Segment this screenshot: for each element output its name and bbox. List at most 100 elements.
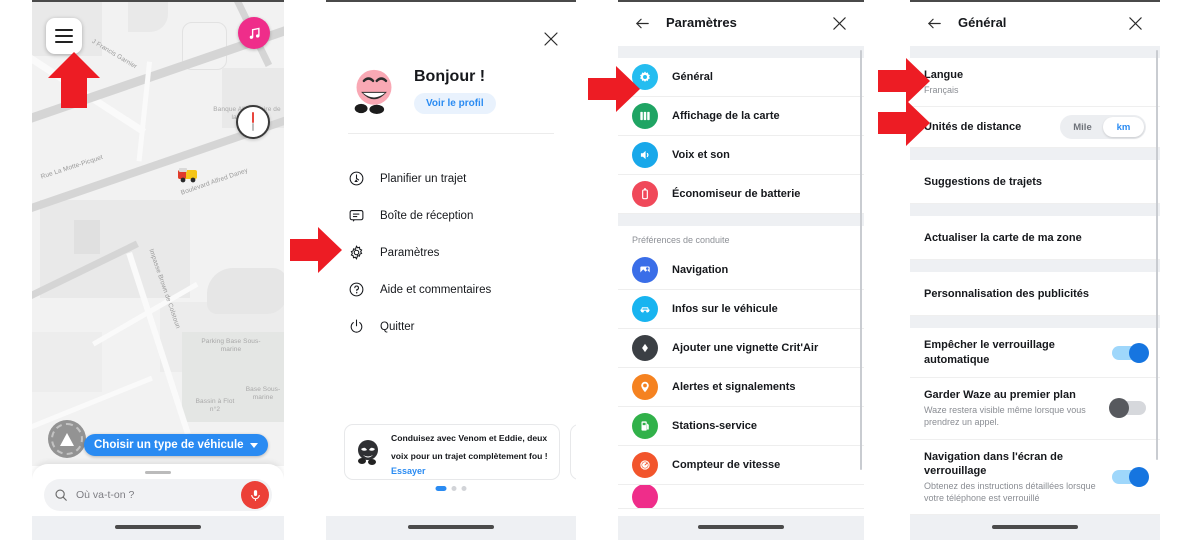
search-icon xyxy=(54,488,68,502)
settings-row-partial[interactable] xyxy=(618,485,864,509)
promo-text: Conduisez avec Venom et Eddie, deux voix… xyxy=(391,433,548,461)
system-navigation-bar xyxy=(32,516,284,540)
menu-icon-bar xyxy=(55,35,73,37)
settings-row-critair[interactable]: Ajouter une vignette Crit'Air xyxy=(618,329,864,368)
menu-item-label: Boîte de réception xyxy=(380,209,474,222)
home-indicator[interactable] xyxy=(992,525,1078,529)
general-row-keep-waze-foreground[interactable]: Garder Waze au premier plan Waze restera… xyxy=(910,378,1160,440)
menu-item-quit[interactable]: Quitter xyxy=(348,308,560,345)
search-placeholder: Où va-t-on ? xyxy=(76,489,135,501)
system-navigation-bar xyxy=(618,516,864,540)
settings-row-label: Compteur de vitesse xyxy=(672,459,781,471)
settings-row-speedometer[interactable]: Compteur de vitesse xyxy=(618,446,864,485)
section-gap xyxy=(618,46,864,58)
arrow-head xyxy=(906,100,930,146)
unit-option-km[interactable]: km xyxy=(1103,117,1144,138)
trip-suggestions-label: Suggestions de trajets xyxy=(924,175,1042,188)
settings-row-label: Stations-service xyxy=(672,420,757,432)
close-button[interactable] xyxy=(1127,15,1144,32)
scrollbar-thumb[interactable] xyxy=(859,50,862,470)
ads-personalization-label: Personnalisation des publicités xyxy=(924,287,1090,300)
clock-route-icon xyxy=(348,170,365,187)
voice-search-button[interactable] xyxy=(241,481,269,509)
settings-row-battery-saver[interactable]: Économiseur de batterie xyxy=(618,175,864,214)
promo-card-next[interactable] xyxy=(570,424,576,480)
speaker-icon xyxy=(632,142,658,168)
close-button[interactable] xyxy=(831,15,848,32)
greeting-text: Bonjour ! xyxy=(414,68,486,85)
home-indicator[interactable] xyxy=(115,525,201,529)
settings-row-alerts[interactable]: Alertes et signalements xyxy=(618,368,864,407)
scrollbar-thumb[interactable] xyxy=(1155,50,1158,460)
search-input[interactable]: Où va-t-on ? xyxy=(44,479,272,511)
recenter-navigation-button[interactable] xyxy=(48,420,86,458)
settings-row-label: Alertes et signalements xyxy=(672,381,796,393)
vehicle-type-chip[interactable]: Choisir un type de véhicule xyxy=(84,434,268,456)
prevent-autolock-label: Empêcher le verrouillage automatique xyxy=(924,339,1055,366)
settings-row-vehicle-info[interactable]: Infos sur le véhicule xyxy=(618,290,864,329)
toggle-knob xyxy=(1109,398,1129,419)
settings-row-label: Voix et son xyxy=(672,149,730,161)
general-row-distance-units[interactable]: Unités de distance Mile km xyxy=(910,107,1160,149)
home-indicator[interactable] xyxy=(408,525,494,529)
general-row-language[interactable]: Langue Français xyxy=(910,58,1160,108)
lockscreen-navigation-label: Navigation dans l'écran de verrouillage xyxy=(924,450,1063,477)
settings-row-navigation[interactable]: Navigation xyxy=(618,251,864,290)
promo-try-link[interactable]: Essayer xyxy=(391,466,549,476)
settings-row-general[interactable]: Général xyxy=(618,58,864,97)
settings-row-gas-stations[interactable]: Stations-service xyxy=(618,407,864,446)
hamburger-menu-button[interactable] xyxy=(46,18,82,54)
menu-item-inbox[interactable]: Boîte de réception xyxy=(348,197,560,234)
fuel-pump-icon xyxy=(632,413,658,439)
keep-waze-foreground-subtitle: Waze restera visible même lorsque vous p… xyxy=(924,405,1086,428)
gear-icon xyxy=(348,244,365,261)
menu-item-help[interactable]: Aide et commentaires xyxy=(348,271,560,308)
panel-general-settings: Général Langue Français Unités de distan… xyxy=(910,0,1160,540)
carousel-dot[interactable] xyxy=(451,486,457,491)
general-row-prevent-autolock[interactable]: Empêcher le verrouillage automatique xyxy=(910,328,1160,379)
partial-pink-icon xyxy=(632,485,658,508)
lockscreen-navigation-toggle[interactable] xyxy=(1112,467,1149,488)
prevent-autolock-toggle[interactable] xyxy=(1112,342,1149,363)
carousel-dot-active[interactable] xyxy=(435,486,447,491)
close-icon xyxy=(833,17,846,30)
carousel-dot[interactable] xyxy=(461,486,467,491)
settings-row-map-display[interactable]: Affichage de la carte xyxy=(618,97,864,136)
recenter-ring-icon xyxy=(51,423,83,455)
settings-header: Paramètres xyxy=(618,2,864,46)
arrow-shaft xyxy=(61,76,87,108)
music-note-icon xyxy=(249,27,260,39)
menu-item-plan-trip[interactable]: Planifier un trajet xyxy=(348,160,560,197)
home-indicator[interactable] xyxy=(698,525,784,529)
venom-avatar-icon xyxy=(355,439,381,465)
distance-units-segmented-control[interactable]: Mile km xyxy=(1060,115,1146,140)
settings-list[interactable]: Général Affichage de la carte Voix et so… xyxy=(618,46,864,516)
back-button[interactable] xyxy=(926,15,943,32)
keep-waze-foreground-label: Garder Waze au premier plan xyxy=(924,389,1076,402)
unit-option-mile[interactable]: Mile xyxy=(1062,117,1103,137)
sheet-drag-handle[interactable] xyxy=(145,471,171,474)
language-value: Français xyxy=(924,85,959,96)
settings-row-voice-sound[interactable]: Voix et son xyxy=(618,136,864,175)
general-header: Général xyxy=(910,2,1160,46)
general-row-ads-personalization[interactable]: Personnalisation des publicités xyxy=(910,272,1160,317)
close-menu-button[interactable] xyxy=(542,30,560,48)
back-button[interactable] xyxy=(634,15,651,32)
view-profile-button[interactable]: Voir le profil xyxy=(414,93,496,114)
section-header-driving-preferences: Préférences de conduite xyxy=(618,226,864,251)
general-row-lockscreen-navigation[interactable]: Navigation dans l'écran de verrouillage … xyxy=(910,439,1160,516)
annotation-arrow-general xyxy=(588,66,640,112)
music-button[interactable] xyxy=(238,17,270,49)
page-title: Général xyxy=(958,15,1007,30)
map-label: Parking Base Sous-marine xyxy=(201,338,261,354)
arrow-head xyxy=(616,66,640,112)
menu-list: Planifier un trajet Boîte de réception P… xyxy=(348,160,560,345)
general-row-trip-suggestions[interactable]: Suggestions de trajets xyxy=(910,160,1160,205)
general-settings-list[interactable]: Langue Français Unités de distance Mile … xyxy=(910,46,1160,516)
close-icon xyxy=(544,32,558,46)
menu-item-settings[interactable]: Paramètres xyxy=(348,234,560,271)
promo-card[interactable]: Conduisez avec Venom et Eddie, deux voix… xyxy=(344,424,560,480)
general-row-refresh-map[interactable]: Actualiser la carte de ma zone xyxy=(910,216,1160,261)
compass-icon[interactable] xyxy=(236,105,270,139)
keep-waze-foreground-toggle[interactable] xyxy=(1109,398,1146,419)
